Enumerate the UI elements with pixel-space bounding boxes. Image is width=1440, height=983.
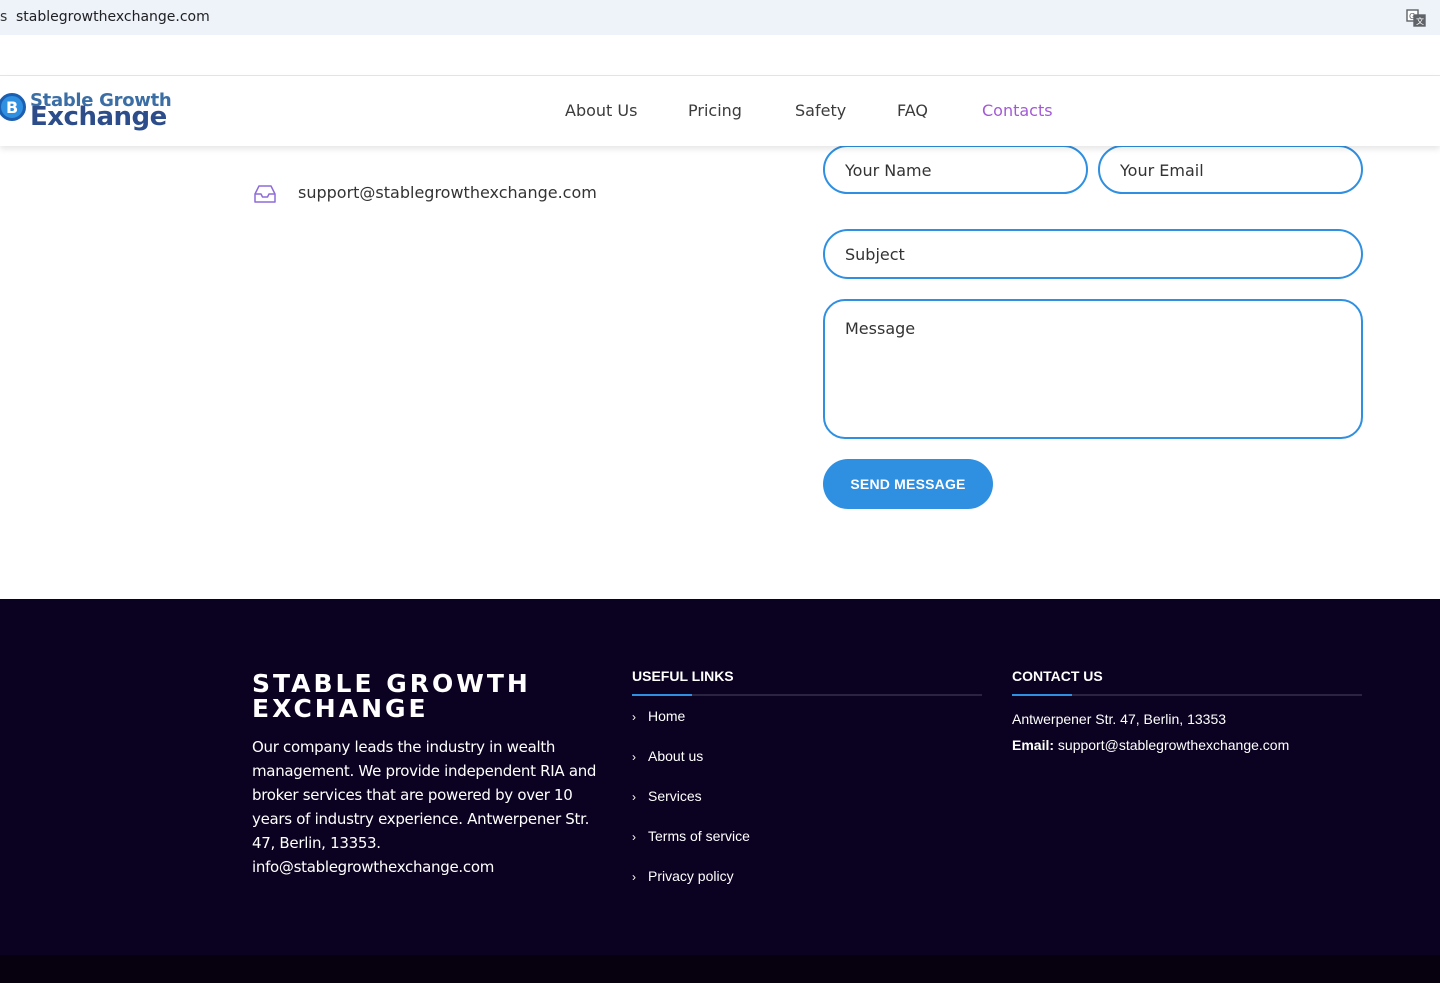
footer-link-privacy[interactable]: › Privacy policy	[632, 868, 734, 884]
useful-links-heading: USEFUL LINKS	[632, 668, 734, 684]
footer-bottom-bar	[0, 955, 1440, 983]
footer-address: Antwerpener Str. 47, Berlin, 13353	[1012, 711, 1227, 727]
footer-link-home[interactable]: › Home	[632, 708, 685, 724]
footer-link-terms[interactable]: › Terms of service	[632, 828, 750, 844]
browser-address-bar[interactable]: s stablegrowthexchange.com G 文	[0, 0, 1440, 35]
chevron-right-icon: ›	[632, 870, 636, 884]
contact-us-accent	[1012, 694, 1072, 696]
footer-link-label: Home	[648, 708, 686, 724]
message-placeholder: Message	[845, 319, 916, 338]
footer-brand-line-2: EXCHANGE	[252, 694, 429, 723]
site-header: B Stable Growth Exchange About Us Pricin…	[0, 76, 1440, 146]
footer-link-label: About us	[648, 748, 704, 764]
coin-glyph: B	[6, 98, 19, 117]
footer-link-services[interactable]: › Services	[632, 788, 702, 804]
chevron-right-icon: ›	[632, 710, 636, 724]
footer-link-about-us[interactable]: › About us	[632, 748, 703, 764]
chevron-right-icon: ›	[632, 750, 636, 764]
footer-brand-line-1: STABLE GROWTH	[252, 669, 531, 698]
bitcoin-coin-icon: B	[0, 93, 26, 121]
useful-links-accent	[632, 694, 692, 696]
inbox-icon	[254, 185, 276, 203]
chevron-right-icon: ›	[632, 830, 636, 844]
translate-icon[interactable]: G 文	[1406, 9, 1426, 27]
nav-item-faq[interactable]: FAQ	[897, 101, 928, 120]
message-textarea[interactable]: Message	[823, 299, 1363, 439]
footer-link-label: Services	[648, 788, 702, 804]
footer-link-label: Terms of service	[648, 828, 750, 844]
email-placeholder: Your Email	[1120, 161, 1204, 180]
name-field[interactable]: Your Name	[823, 145, 1088, 194]
footer-link-label: Privacy policy	[648, 868, 734, 884]
send-message-button[interactable]: SEND MESSAGE	[823, 459, 993, 509]
footer-description: Our company leads the industry in wealth…	[252, 738, 597, 876]
nav-item-about-us[interactable]: About Us	[565, 101, 637, 120]
contact-us-divider	[1012, 694, 1362, 696]
contact-us-heading: CONTACT US	[1012, 668, 1103, 684]
address-bar-url[interactable]: stablegrowthexchange.com	[16, 9, 210, 25]
nav-item-safety[interactable]: Safety	[795, 101, 846, 120]
footer-email-label: Email:	[1012, 737, 1055, 753]
nav-item-contacts[interactable]: Contacts	[982, 101, 1053, 120]
footer-email-value[interactable]: support@stablegrowthexchange.com	[1058, 737, 1289, 753]
svg-text:G: G	[1409, 12, 1415, 21]
nav-item-pricing[interactable]: Pricing	[688, 101, 742, 120]
subject-placeholder: Subject	[845, 245, 905, 264]
contact-email[interactable]: support@stablegrowthexchange.com	[298, 183, 597, 202]
address-bar-leading-glyph: s	[0, 9, 8, 25]
footer-brand: STABLE GROWTH EXCHANGE	[252, 671, 552, 721]
chevron-right-icon: ›	[632, 790, 636, 804]
site-logo[interactable]: B Stable Growth Exchange	[0, 90, 172, 132]
svg-text:文: 文	[1416, 16, 1424, 26]
subject-field[interactable]: Subject	[823, 229, 1363, 279]
logo-line-2: Exchange	[30, 102, 167, 132]
useful-links-divider	[632, 694, 982, 696]
site-footer	[0, 599, 1440, 983]
email-field[interactable]: Your Email	[1098, 145, 1363, 194]
footer-email: Email: support@stablegrowthexchange.com	[1012, 737, 1289, 753]
name-placeholder: Your Name	[845, 161, 932, 180]
